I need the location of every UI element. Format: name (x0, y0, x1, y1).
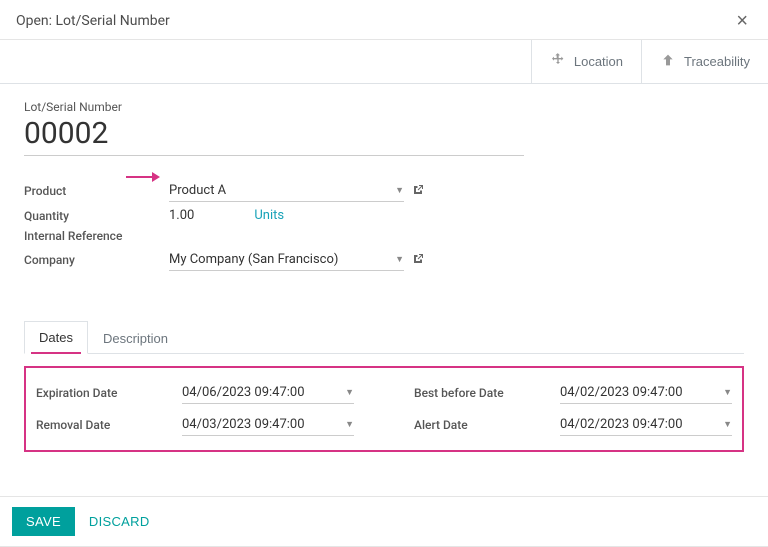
best-before-date-field[interactable]: 04/02/2023 09:47:00 ▼ (560, 382, 732, 404)
company-field[interactable]: My Company (San Francisco) ▼ (169, 249, 424, 271)
toolbar: Location Traceability (0, 40, 768, 84)
quantity-field: 1.00 Units (169, 208, 424, 223)
tab-description[interactable]: Description (88, 321, 183, 354)
location-label: Location (574, 54, 623, 69)
external-link-icon[interactable] (412, 184, 424, 199)
expiration-date-value: 04/06/2023 09:47:00 (182, 385, 305, 400)
alert-date-value: 04/02/2023 09:47:00 (560, 417, 683, 432)
discard-button[interactable]: DISCARD (89, 514, 150, 529)
footer: SAVE DISCARD (0, 496, 768, 547)
chevron-down-icon: ▼ (345, 419, 354, 430)
alert-date-field[interactable]: 04/02/2023 09:47:00 ▼ (560, 414, 732, 436)
expiration-date-label: Expiration Date (36, 386, 176, 400)
expiration-date-field[interactable]: 04/06/2023 09:47:00 ▼ (182, 382, 354, 404)
form-body: Lot/Serial Number 00002 Product Product … (0, 84, 768, 468)
chevron-down-icon: ▼ (723, 419, 732, 430)
company-value: My Company (San Francisco) (169, 252, 338, 267)
form-grid: Product Product A ▼ Quantity 1.00 Units … (24, 180, 424, 271)
lot-number-label: Lot/Serial Number (24, 100, 744, 114)
units-link[interactable]: Units (254, 208, 284, 223)
external-link-icon[interactable] (412, 253, 424, 268)
product-value: Product A (169, 183, 226, 198)
location-button[interactable]: Location (531, 40, 641, 83)
removal-date-value: 04/03/2023 09:47:00 (182, 417, 305, 432)
save-button[interactable]: SAVE (12, 507, 75, 536)
modal-title: Open: Lot/Serial Number (16, 13, 170, 29)
traceability-label: Traceability (684, 54, 750, 69)
removal-date-label: Removal Date (36, 418, 176, 432)
best-before-date-value: 04/02/2023 09:47:00 (560, 385, 683, 400)
removal-date-field[interactable]: 04/03/2023 09:47:00 ▼ (182, 414, 354, 436)
chevron-down-icon: ▼ (395, 254, 404, 265)
internal-reference-label: Internal Reference (24, 229, 169, 243)
modal: Open: Lot/Serial Number × Location Trace… (0, 0, 768, 547)
move-icon (550, 52, 566, 71)
modal-header: Open: Lot/Serial Number × (0, 1, 768, 40)
close-icon[interactable]: × (732, 11, 752, 31)
lot-number-input[interactable]: 00002 (24, 116, 524, 156)
best-before-date-label: Best before Date (414, 386, 554, 400)
alert-date-label: Alert Date (414, 418, 554, 432)
arrow-up-icon (660, 52, 676, 71)
chevron-down-icon: ▼ (345, 387, 354, 398)
company-label: Company (24, 253, 169, 267)
quantity-label: Quantity (24, 209, 169, 223)
product-label: Product (24, 184, 169, 198)
quantity-value: 1.00 (169, 208, 194, 223)
tabs: Dates Description (24, 321, 744, 354)
chevron-down-icon: ▼ (395, 185, 404, 196)
chevron-down-icon: ▼ (723, 387, 732, 398)
product-field[interactable]: Product A ▼ (169, 180, 424, 202)
tab-dates[interactable]: Dates (24, 321, 88, 354)
traceability-button[interactable]: Traceability (641, 40, 768, 83)
dates-panel: Expiration Date 04/06/2023 09:47:00 ▼ Be… (24, 366, 744, 452)
